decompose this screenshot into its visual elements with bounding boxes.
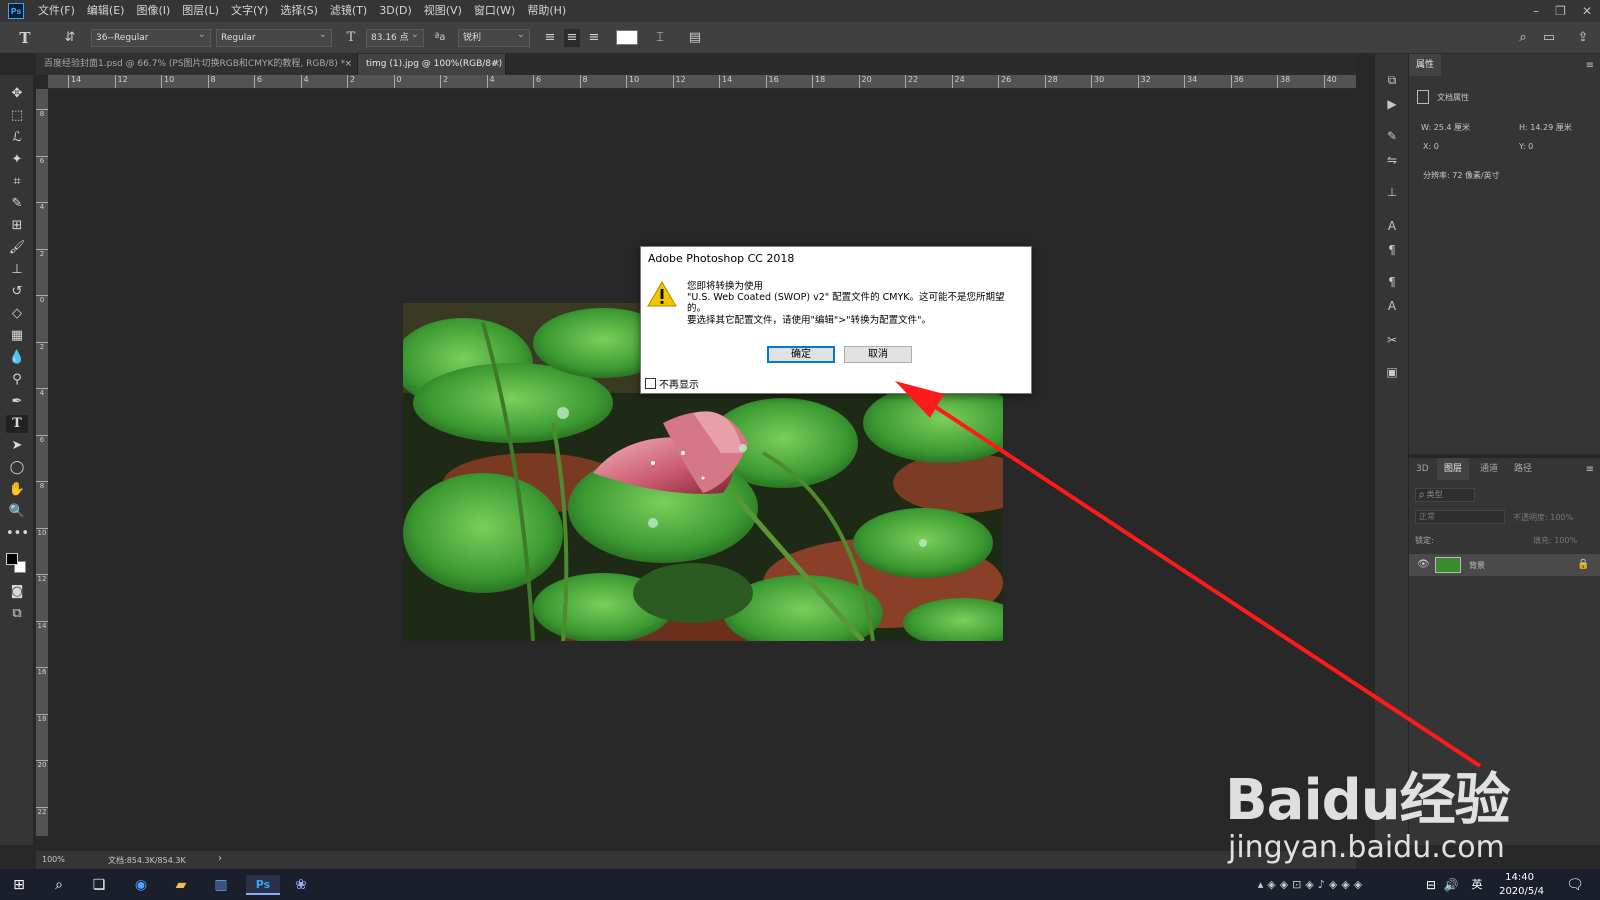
foreground-color-swatch[interactable] [6,553,18,565]
windows-taskbar: ⊞ ⌕ ❏ ◉ ▰ ▥ Ps ❀ ▴◈◈⊡◈♪◈◈◈ ⊟ 🔊 英 14:40 2… [0,869,1600,900]
task-view-icon[interactable]: ❏ [88,875,110,895]
windows-start-icon[interactable]: ⊞ [8,875,30,895]
input-language[interactable]: 英 [1466,875,1488,895]
clock-time[interactable]: 14:40 [1505,872,1534,883]
baidu-app-icon[interactable]: ❀ [290,875,312,895]
baidu-watermark-logo: Baidu经验 [1225,768,1511,833]
file-explorer-icon[interactable]: ▰ [170,875,192,895]
volume-icon[interactable]: 🔊 [1440,875,1462,895]
app-icon[interactable]: ▥ [210,875,232,895]
clock-date[interactable]: 2020/5/4 [1499,886,1544,897]
notifications-icon[interactable]: 🗨 [1564,875,1586,895]
search-icon[interactable]: ⌕ [48,875,70,895]
baidu-watermark-url: jingyan.baidu.com [1228,830,1505,865]
network-icon[interactable]: ⊟ [1420,875,1442,895]
photoshop-taskbar-icon[interactable]: Ps [246,875,280,895]
browser-icon[interactable]: ◉ [130,875,152,895]
system-tray-icons[interactable]: ▴◈◈⊡◈♪◈◈◈ [1232,875,1392,895]
